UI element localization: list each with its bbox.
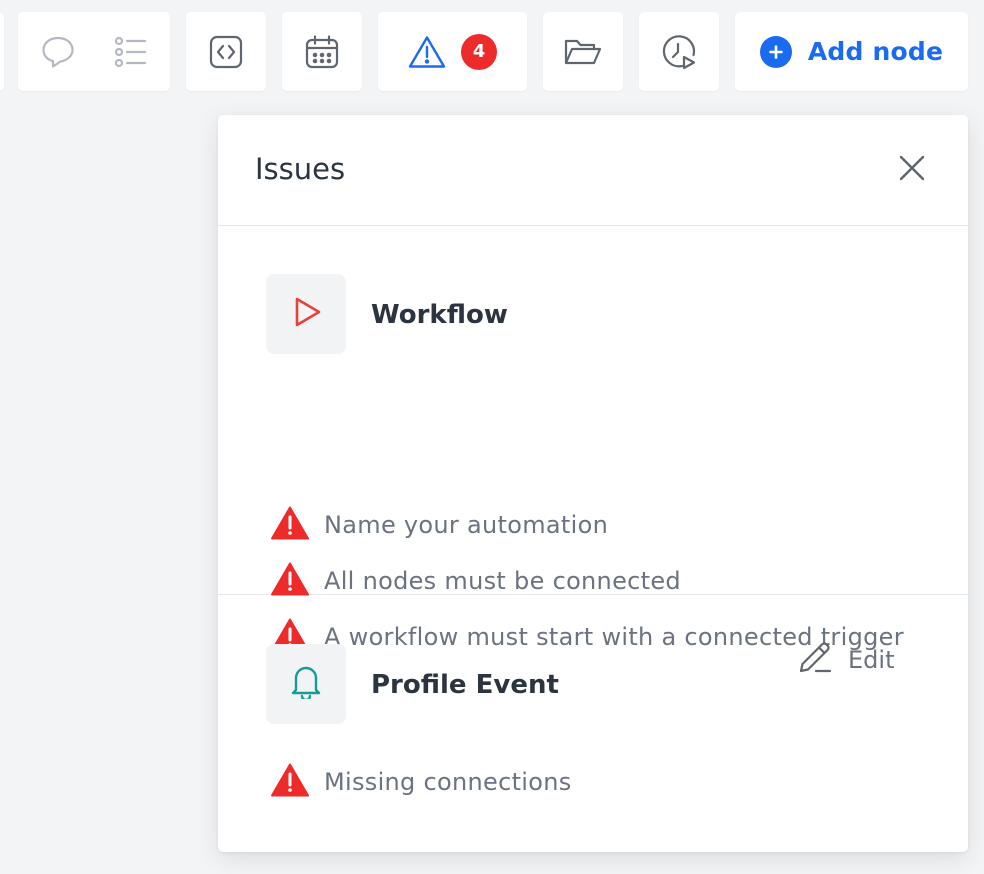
error-triangle-icon (271, 506, 309, 544)
issues-panel-header: Issues (218, 115, 968, 226)
folder-open-icon (563, 37, 603, 67)
issue-group-workflow: Workflow Name your automation All nodes … (218, 226, 968, 652)
open-folder-button[interactable] (543, 12, 623, 91)
profile-event-node-icon-tile (266, 644, 346, 724)
close-button[interactable] (894, 152, 930, 188)
close-icon (899, 155, 925, 185)
workflow-node-icon-tile (266, 274, 346, 354)
issue-group-title: Workflow (371, 300, 508, 330)
edit-button[interactable]: Edit (798, 640, 894, 680)
calendar-icon (305, 34, 339, 69)
code-button[interactable] (186, 12, 266, 91)
issues-panel: Issues Workflow Name your automation All… (218, 115, 968, 852)
issue-text: All nodes must be connected (324, 567, 681, 595)
add-node-label: Add node (807, 37, 944, 66)
issue-group-title: Profile Event (371, 670, 559, 700)
issue-group-profile-event: Profile Event Edit Missing connections (218, 595, 968, 852)
toolbar-comment-list-group (18, 12, 170, 91)
add-node-button[interactable]: Add node (735, 12, 968, 91)
issue-item: Name your automation (271, 506, 608, 544)
bell-icon (291, 665, 321, 703)
clock-play-icon (662, 34, 696, 69)
schedule-button[interactable] (282, 12, 362, 91)
issues-count-badge: 4 (461, 33, 497, 70)
code-icon (209, 35, 243, 69)
plus-circle-icon (759, 35, 792, 68)
toolbar-partial-button[interactable] (0, 12, 4, 91)
comment-icon[interactable] (40, 34, 76, 70)
issue-text: Missing connections (324, 768, 572, 796)
issue-text: Name your automation (324, 511, 609, 539)
list-icon[interactable] (113, 34, 149, 70)
warning-triangle-icon (408, 35, 446, 69)
play-icon (289, 295, 323, 333)
pencil-icon (798, 640, 832, 680)
edit-label: Edit (848, 646, 895, 674)
issues-panel-title: Issues (255, 152, 346, 186)
error-triangle-icon (271, 763, 309, 801)
timed-run-button[interactable] (639, 12, 719, 91)
issues-button[interactable]: 4 (378, 12, 527, 91)
issue-item: Missing connections (271, 763, 572, 801)
